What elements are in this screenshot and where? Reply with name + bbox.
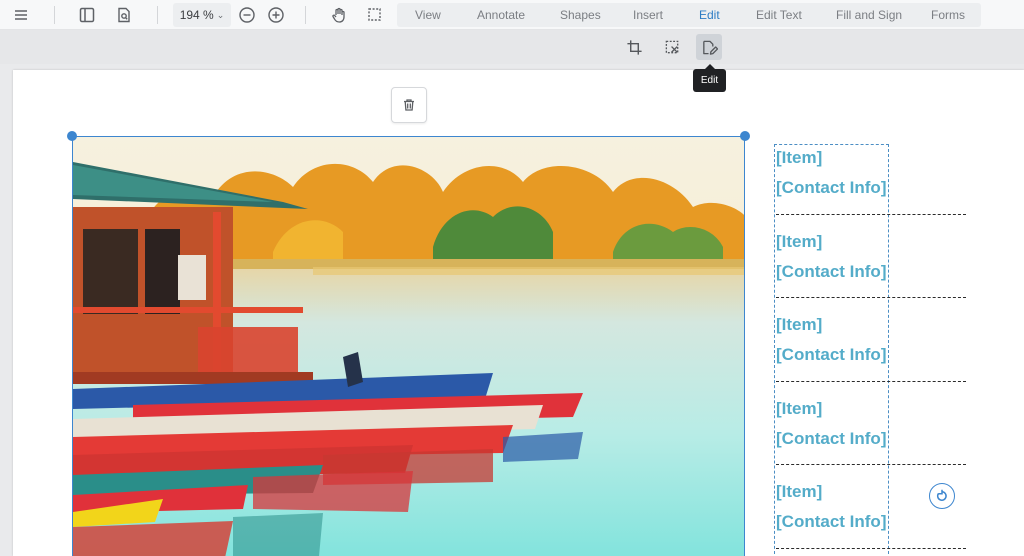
label-contact-text[interactable]: [Contact Info] xyxy=(776,429,886,449)
label-contact-text[interactable]: [Contact Info] xyxy=(776,262,886,282)
label-item-text[interactable]: [Item] xyxy=(776,482,822,502)
label-divider xyxy=(776,297,966,298)
top-toolbar: 194 % ⌄ View Annotate Shapes Insert Edit… xyxy=(0,0,1024,30)
sidebar-panel-icon[interactable] xyxy=(75,3,99,27)
label-contact-text[interactable]: [Contact Info] xyxy=(776,178,886,198)
lake-boats-photo xyxy=(73,137,744,556)
selected-image[interactable] xyxy=(72,136,745,556)
tab-forms[interactable]: Forms xyxy=(931,3,965,27)
label-divider xyxy=(776,464,966,465)
label-divider xyxy=(776,548,966,549)
zoom-in-icon[interactable] xyxy=(264,3,288,27)
label-divider xyxy=(776,381,966,382)
tab-insert[interactable]: Insert xyxy=(633,3,663,27)
edit-tooltip: Edit xyxy=(693,64,726,92)
tab-view[interactable]: View xyxy=(415,3,441,27)
rotate-icon xyxy=(936,489,947,501)
label-contact-text[interactable]: [Contact Info] xyxy=(776,512,886,532)
mode-tabs: View Annotate Shapes Insert Edit Edit Te… xyxy=(397,3,981,27)
pan-hand-icon[interactable] xyxy=(327,3,351,27)
zoom-out-icon[interactable] xyxy=(235,3,259,27)
menu-icon[interactable] xyxy=(9,3,33,27)
marquee-select-icon[interactable] xyxy=(363,3,387,27)
tab-annotate[interactable]: Annotate xyxy=(477,3,525,27)
zoom-value: 194 % xyxy=(179,8,214,22)
delete-button[interactable] xyxy=(391,87,427,123)
label-item-text[interactable]: [Item] xyxy=(776,232,822,252)
chevron-down-icon: ⌄ xyxy=(216,9,225,20)
zoom-dropdown[interactable]: 194 % ⌄ xyxy=(173,3,231,27)
label-item-text[interactable]: [Item] xyxy=(776,399,822,419)
rotate-button[interactable] xyxy=(929,483,955,509)
document-page: [Item] [Contact Info] [Item] [Contact In… xyxy=(13,70,1024,556)
crop-icon[interactable] xyxy=(621,34,647,60)
toolbar-divider xyxy=(305,6,306,24)
resize-handle-top-left[interactable] xyxy=(67,131,77,141)
toolbar-divider xyxy=(54,6,55,24)
label-item-text[interactable]: [Item] xyxy=(776,148,822,168)
edit-object-icon[interactable] xyxy=(696,34,722,60)
tab-edit-text[interactable]: Edit Text xyxy=(756,3,802,27)
tab-shapes[interactable]: Shapes xyxy=(560,3,601,27)
trash-icon xyxy=(404,99,414,111)
resize-handle-top-right[interactable] xyxy=(740,131,750,141)
label-contact-text[interactable]: [Contact Info] xyxy=(776,345,886,365)
label-item-text[interactable]: [Item] xyxy=(776,315,822,335)
tab-edit[interactable]: Edit xyxy=(699,3,720,27)
tab-fill-and-sign[interactable]: Fill and Sign xyxy=(836,3,902,27)
toolbar-divider xyxy=(157,6,158,24)
document-search-icon[interactable] xyxy=(112,3,136,27)
label-divider xyxy=(776,214,966,215)
clear-selection-icon[interactable] xyxy=(659,34,685,60)
edit-toolbar xyxy=(0,30,1024,64)
